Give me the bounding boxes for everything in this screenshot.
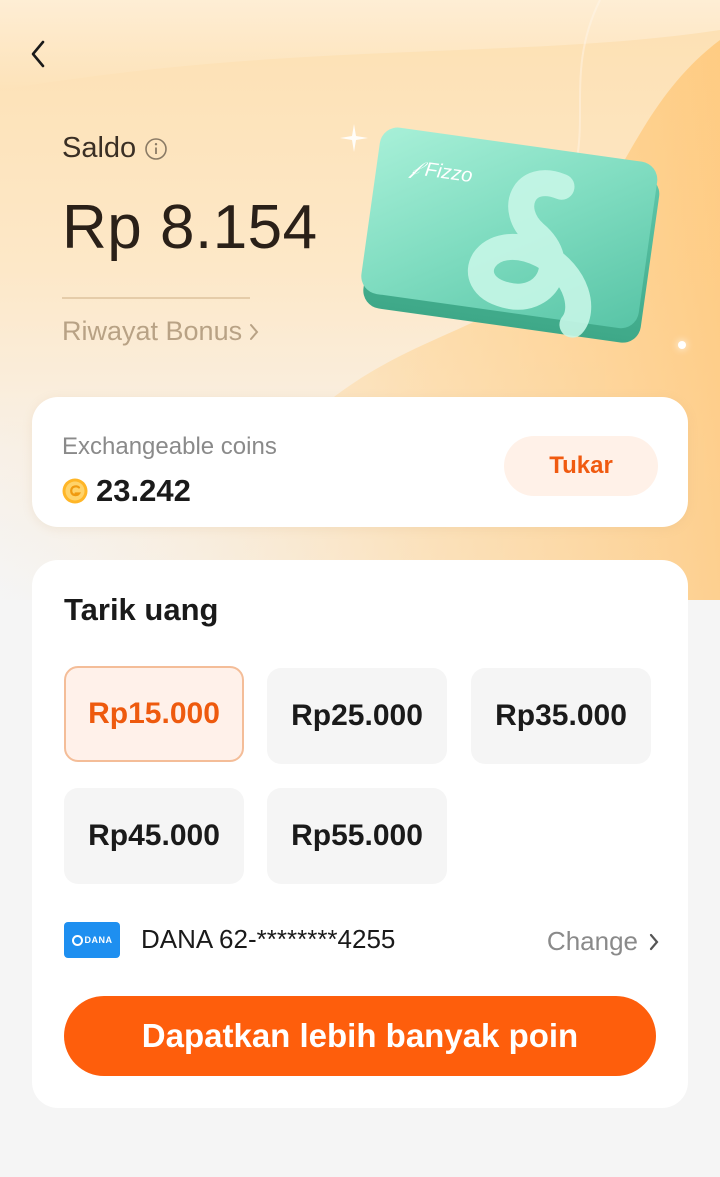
exchangeable-coins-card: Exchangeable coins 23.242 Tukar: [32, 397, 688, 527]
bonus-history-link[interactable]: Riwayat Bonus: [62, 316, 260, 347]
payment-account: DANA 62-********4255: [141, 924, 396, 954]
withdraw-panel: Tarik uang Rp15.000 Rp25.000 Rp35.000 Rp…: [32, 560, 688, 1108]
payment-method-row: DANA DANA 62-********4255 Change: [64, 922, 660, 958]
amount-option-45000[interactable]: Rp45.000: [64, 788, 244, 884]
amount-option-25000[interactable]: Rp25.000: [267, 668, 447, 764]
balance-value: Rp 8.154: [62, 193, 318, 262]
wallet-page: Saldo Rp 8.154 Riwayat Bonus 𝒻 Fizzo Exc…: [0, 0, 720, 1177]
sparkle-icon: [340, 124, 368, 152]
change-label: Change: [546, 926, 638, 956]
back-button[interactable]: [18, 34, 58, 74]
get-more-points-button[interactable]: Dapatkan lebih banyak poin: [64, 996, 656, 1076]
chevron-right-icon: [250, 323, 259, 340]
change-payment-link[interactable]: Change: [547, 926, 660, 957]
amount-option-55000[interactable]: Rp55.000: [267, 788, 447, 884]
chevron-left-icon: [31, 40, 45, 68]
dana-logo-text: DANA: [84, 935, 113, 945]
coin-icon: [62, 478, 88, 504]
coins-balance-row: 23.242: [62, 473, 191, 509]
balance-label-row: Saldo: [62, 132, 168, 165]
dana-logo-mark: [71, 934, 83, 946]
exchange-button[interactable]: Tukar: [504, 436, 658, 496]
withdraw-title: Tarik uang: [64, 592, 219, 627]
dana-logo: DANA: [64, 922, 120, 958]
chevron-right-icon: [649, 933, 659, 950]
fizzo-card-illustration: 𝒻 Fizzo: [361, 127, 660, 343]
info-icon[interactable]: [144, 137, 168, 161]
amount-option-15000[interactable]: Rp15.000: [64, 666, 244, 762]
amount-option-35000[interactable]: Rp35.000: [471, 668, 651, 764]
bonus-history-label: Riwayat Bonus: [62, 316, 243, 346]
sparkle-dot: [678, 341, 686, 349]
divider: [62, 297, 250, 299]
coins-label: Exchangeable coins: [62, 433, 277, 460]
coins-value: 23.242: [96, 473, 191, 508]
balance-label: Saldo: [62, 132, 137, 164]
